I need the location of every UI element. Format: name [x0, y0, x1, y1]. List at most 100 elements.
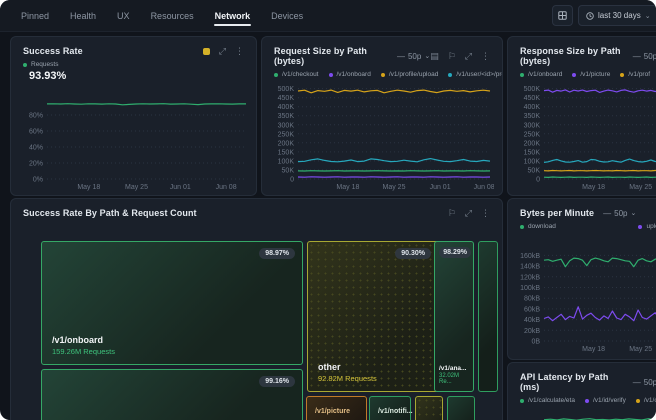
treemap-box-other[interactable]: 90.30% other 92.82M Requests	[307, 241, 439, 392]
top-nav: Pinned Health UX Resources Network Devic…	[0, 0, 656, 32]
expand-icon[interactable]: ⤢	[219, 47, 226, 56]
tab-health[interactable]: Health	[69, 2, 97, 30]
legend-dot	[620, 73, 624, 77]
treemap-path-label: /v1/picture	[315, 408, 350, 415]
alert-flag-icon[interactable]: ⚐	[448, 52, 456, 61]
request-size-chart: 500K450K400K350K300K250K200K150K100K50K0…	[270, 81, 494, 191]
legend: /v1/calculate/eta /v1/id/verify /v1/onbo	[508, 395, 656, 404]
percentile-select[interactable]: — 50p ⌄	[397, 52, 430, 61]
treemap-box-notifications[interactable]: /v1/notifi...	[369, 396, 411, 420]
chart-type-icon[interactable]: ▤	[430, 52, 439, 61]
svg-text:60%: 60%	[29, 129, 43, 136]
legend-item-requests[interactable]: Requests	[23, 61, 58, 68]
legend-item[interactable]: /v1/profile/upload	[381, 71, 439, 78]
legend-item[interactable]: /v1/onbo	[636, 397, 656, 404]
tab-ux[interactable]: UX	[116, 2, 131, 30]
dash-icon: —	[633, 52, 641, 61]
percentile-select[interactable]: — 50p ⌄	[633, 378, 656, 387]
kebab-menu-icon[interactable]: ⋮	[235, 47, 244, 56]
legend-dot	[585, 399, 589, 403]
treemap-box-second[interactable]: 99.16%	[41, 369, 303, 420]
tab-pinned[interactable]: Pinned	[20, 2, 50, 30]
success-rate-value: 93.93%	[11, 68, 256, 82]
notebook-indicator-icon[interactable]	[203, 48, 210, 55]
treemap-box-small-1[interactable]	[415, 396, 443, 420]
svg-text:500K: 500K	[524, 86, 541, 93]
treemap-requests-label: 32.02M Re...	[439, 373, 473, 385]
legend-item-upload[interactable]: upload	[638, 223, 656, 230]
kebab-menu-icon[interactable]: ⋮	[481, 52, 490, 61]
legend-item[interactable]: /v1/onboard	[329, 71, 371, 78]
percentile-select[interactable]: — 50p ⌄	[633, 52, 656, 61]
treemap-box-onboard[interactable]: 98.97% /v1/onboard 159.26M Requests	[41, 241, 303, 365]
treemap-box-strip[interactable]	[478, 241, 498, 392]
legend-label: /v1/onboard	[528, 71, 562, 78]
svg-text:80%: 80%	[29, 113, 43, 120]
nav-actions: last 30 days ⌄ Filter/Co	[552, 5, 656, 26]
svg-text:May 18: May 18	[582, 346, 605, 353]
expand-icon[interactable]: ⤢	[465, 52, 472, 61]
svg-text:200K: 200K	[278, 140, 295, 147]
date-range-button[interactable]: last 30 days ⌄	[578, 5, 656, 26]
legend-label: /v1/calculate/eta	[528, 397, 575, 404]
expand-icon[interactable]: ⤢	[465, 209, 472, 218]
panel-request-size: Request Size by Path (bytes) — 50p ⌄ ▤ ⚐…	[261, 36, 503, 196]
svg-text:0: 0	[536, 177, 540, 184]
legend-item[interactable]: /v1/id/verify	[585, 397, 626, 404]
panel-success-by-path-header: Success Rate By Path & Request Count ⚐ ⤢…	[11, 199, 502, 221]
legend-dot	[520, 73, 524, 77]
legend-dot	[329, 73, 333, 77]
tab-network[interactable]: Network	[214, 2, 252, 30]
legend-item-download[interactable]: download	[520, 223, 556, 230]
legend-item[interactable]: /v1/user/<id>/profile	[448, 71, 503, 78]
treemap-path-label: /v1/notifi...	[378, 408, 413, 415]
svg-text:100K: 100K	[278, 158, 295, 165]
treemap-box-small-2[interactable]	[447, 396, 475, 420]
legend-dot	[572, 73, 576, 77]
dash-icon: —	[397, 52, 405, 61]
legend-item[interactable]: /v1/onboard	[520, 71, 562, 78]
svg-text:Jun 01: Jun 01	[170, 184, 191, 191]
svg-text:20%: 20%	[29, 161, 43, 168]
panel-response-size: Response Size by Path (bytes) — 50p ⌄ /v…	[507, 36, 656, 196]
dash-icon: —	[633, 378, 641, 387]
svg-text:40kB: 40kB	[524, 317, 540, 324]
legend-item[interactable]: /v1/calculate/eta	[520, 397, 575, 404]
panel-api-latency-header: API Latency by Path (ms) — 50p ⌄	[508, 363, 656, 395]
panel-request-size-header: Request Size by Path (bytes) — 50p ⌄ ▤ ⚐…	[262, 37, 502, 69]
svg-text:300K: 300K	[278, 122, 295, 129]
percentile-value: 50p	[408, 52, 421, 61]
svg-text:60kB: 60kB	[524, 306, 540, 313]
percentile-value: 50p	[614, 209, 627, 218]
success-badge: 90.30%	[395, 248, 431, 259]
kebab-menu-icon[interactable]: ⋮	[481, 209, 490, 218]
panel-success-rate-header: Success Rate ⤢ ⋮	[11, 37, 256, 59]
percentile-select[interactable]: — 50p ⌄	[603, 209, 636, 218]
svg-text:0: 0	[290, 177, 294, 184]
svg-text:0B: 0B	[531, 339, 540, 346]
treemap-box-analytics[interactable]: 98.29% /v1/ana... 32.02M Re...	[434, 241, 474, 392]
svg-text:Jun 08: Jun 08	[474, 184, 494, 191]
svg-text:40%: 40%	[29, 145, 43, 152]
layout-grid-button[interactable]	[552, 5, 573, 26]
panel-title: Success Rate By Path & Request Count	[23, 208, 197, 218]
panel-title: Request Size by Path (bytes)	[274, 46, 388, 66]
chevron-down-icon: ⌄	[645, 12, 651, 20]
clock-icon	[586, 12, 594, 20]
svg-text:May 25: May 25	[629, 346, 652, 353]
panel-title: Bytes per Minute	[520, 208, 594, 218]
panel-response-size-header: Response Size by Path (bytes) — 50p ⌄	[508, 37, 656, 69]
svg-text:Jun 08: Jun 08	[216, 184, 237, 191]
treemap-box-picture[interactable]: /v1/picture	[306, 396, 367, 420]
alert-flag-icon[interactable]: ⚐	[448, 209, 456, 218]
legend-item[interactable]: /v1/prof	[620, 71, 650, 78]
legend-dot	[381, 73, 385, 77]
legend-item[interactable]: /v1/checkout	[274, 71, 319, 78]
svg-text:80kB: 80kB	[524, 296, 540, 303]
tab-devices[interactable]: Devices	[270, 2, 304, 30]
svg-text:0%: 0%	[33, 177, 43, 184]
legend-item[interactable]: /v1/picture	[572, 71, 610, 78]
tab-resources[interactable]: Resources	[150, 2, 195, 30]
svg-text:May 25: May 25	[629, 184, 652, 191]
panel-api-latency: API Latency by Path (ms) — 50p ⌄ /v1/cal…	[507, 362, 656, 420]
